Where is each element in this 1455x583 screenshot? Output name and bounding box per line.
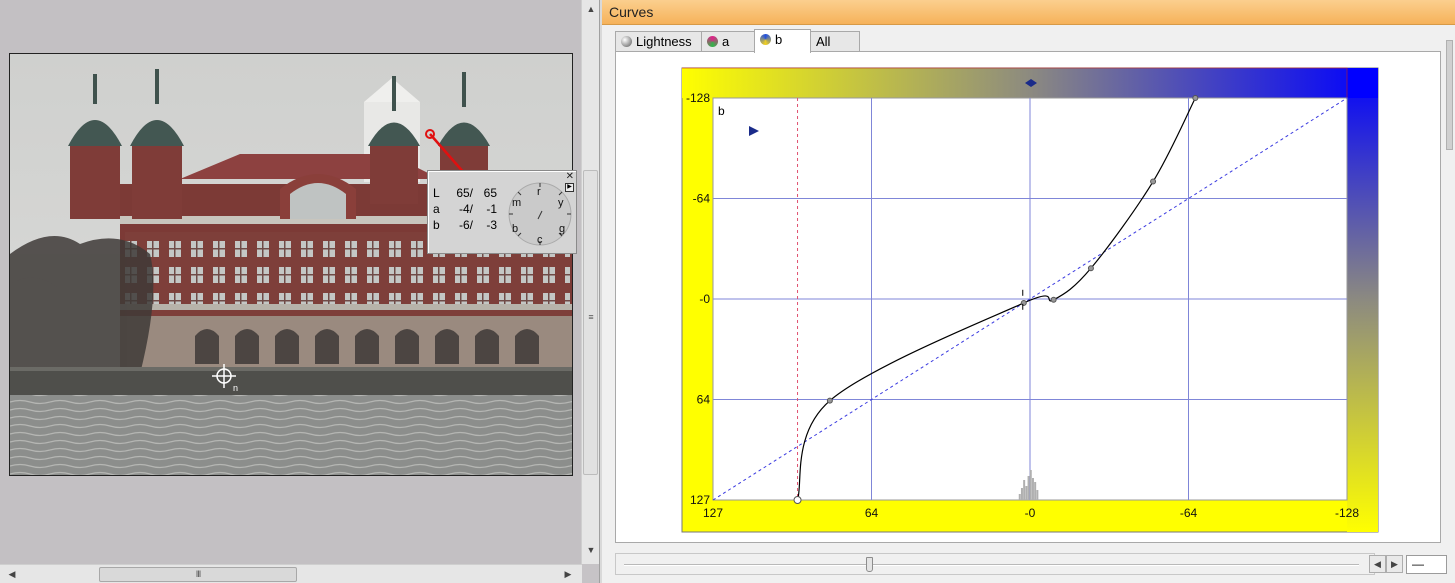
svg-text:m: m	[512, 197, 521, 209]
horizontal-scrollbar[interactable]: ◀ III ▶	[0, 564, 582, 583]
grip-icon: ≡	[588, 312, 594, 322]
curves-header: Curves	[602, 0, 1455, 25]
curve-control-point[interactable]	[1150, 178, 1157, 185]
scroll-up-icon[interactable]: ▲	[583, 4, 599, 14]
scroll-left-icon[interactable]: ◀	[4, 569, 20, 579]
channel-label: b	[718, 104, 725, 118]
y-tick-label: 127	[690, 493, 710, 507]
right-vertical-scroll-thumb[interactable]	[1446, 40, 1453, 150]
curve-control-point[interactable]	[1050, 296, 1057, 303]
x-tick-label: 127	[703, 506, 723, 520]
svg-text:y: y	[558, 197, 564, 209]
curve-graph[interactable]: b -128 -64 -0 64 127 127 64 -0 -64 -128	[616, 52, 1440, 542]
color-readout-popup[interactable]: ✕ ▶ L 65/ 65 a -4/ -1 b -6/ -3 r y g c b…	[427, 170, 577, 254]
curve-editor-panel: b -128 -64 -0 64 127 127 64 -0 -64 -128	[615, 51, 1441, 543]
slider-track	[624, 564, 1359, 566]
y-tick-label: -64	[693, 192, 711, 206]
histogram-bar	[1025, 486, 1028, 500]
histogram-bar	[1020, 488, 1023, 500]
tab-lightness[interactable]: Lightness	[615, 31, 702, 52]
curves-title: Curves	[609, 4, 654, 20]
curve-control-point[interactable]	[1087, 265, 1094, 272]
curve-control-point[interactable]	[1192, 95, 1199, 101]
x-tick-label: -128	[1335, 506, 1359, 520]
value-slider[interactable]	[615, 553, 1375, 575]
svg-text:c: c	[537, 234, 543, 246]
curve-control-point[interactable]	[1020, 299, 1027, 306]
right-vertical-scrollbar[interactable]	[1444, 30, 1455, 543]
tab-b[interactable]: b	[754, 29, 811, 53]
curve-control-point[interactable]	[826, 397, 833, 404]
tab-a[interactable]: a	[701, 31, 755, 52]
y-tick-label: 64	[697, 393, 711, 407]
histogram-bar	[1029, 470, 1032, 500]
x-tick-label: -0	[1025, 506, 1036, 520]
y-tick-label: -0	[699, 292, 710, 306]
curve-control-point[interactable]	[793, 496, 802, 504]
tab-all[interactable]: All	[810, 31, 860, 52]
b-ball-icon	[760, 34, 771, 45]
nav-prev-button[interactable]: ◀	[1369, 555, 1386, 573]
a-ball-icon	[707, 36, 718, 47]
histogram-bar	[1027, 476, 1030, 500]
svg-text:r: r	[537, 186, 541, 198]
nav-next-button[interactable]: ▶	[1386, 555, 1403, 573]
horizontal-scroll-thumb[interactable]: III	[99, 567, 297, 582]
ellis-island-photo: n	[10, 54, 572, 475]
histogram-bar	[1034, 482, 1037, 500]
vertical-scroll-thumb[interactable]	[583, 170, 598, 475]
scroll-right-icon[interactable]: ▶	[560, 569, 576, 579]
scroll-down-icon[interactable]: ▼	[583, 545, 599, 555]
value-input[interactable]: —	[1406, 555, 1447, 574]
curves-pane: Curves Lightness a b All b -128 -64 -0 6…	[602, 0, 1455, 583]
lightness-ball-icon	[621, 36, 632, 47]
slider-thumb[interactable]	[866, 557, 873, 572]
x-tick-label: -64	[1180, 506, 1198, 520]
vertical-scrollbar[interactable]: ▲ ≡ ▼	[581, 0, 599, 564]
color-wheel-dial: r y g c b m	[508, 182, 572, 246]
y-tick-label: -128	[686, 91, 710, 105]
image-canvas[interactable]: n	[9, 53, 573, 476]
svg-text:b: b	[512, 223, 518, 235]
histogram-bar	[1031, 478, 1034, 500]
sample-marker-label: n	[233, 383, 238, 393]
x-tick-label: 64	[865, 506, 879, 520]
histogram-bar	[1023, 480, 1026, 500]
histogram-bar	[1018, 494, 1021, 500]
image-viewer-pane: n ✕ ▶ L 65/ 65 a -4/ -1 b -6/ -3 r y g c…	[0, 0, 582, 583]
histogram-bar	[1036, 490, 1039, 500]
svg-text:g: g	[559, 223, 565, 235]
